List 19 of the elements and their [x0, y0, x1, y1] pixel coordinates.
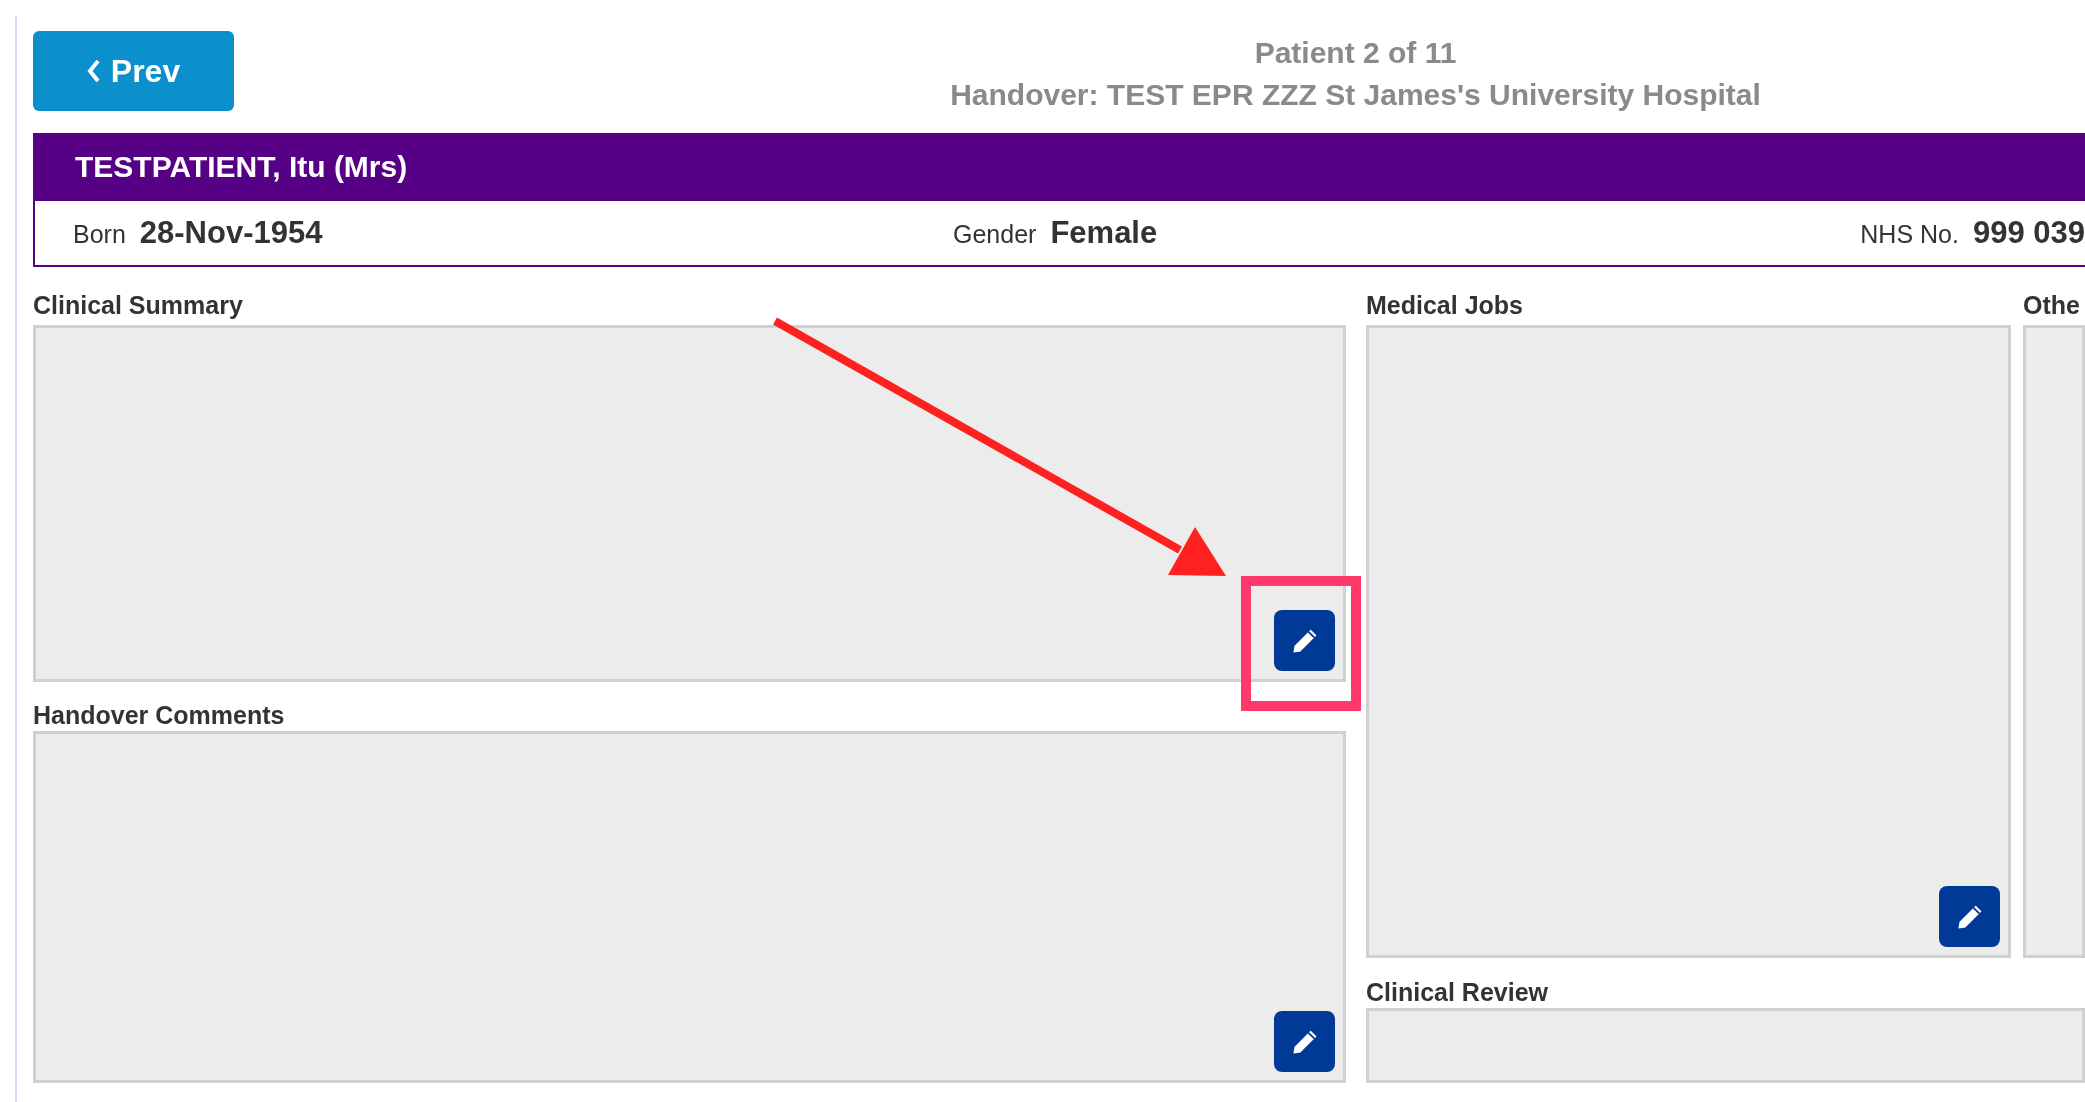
panel-title: Clinical Summary: [33, 290, 244, 321]
field-label: Born: [73, 220, 126, 249]
field-label: Gender: [953, 220, 1037, 249]
prev-button[interactable]: Prev: [33, 31, 234, 111]
edit-button[interactable]: [1939, 886, 2000, 947]
patient-name: TESTPATIENT, Itu (Mrs): [75, 150, 408, 184]
panel-title: Handover Comments: [33, 700, 286, 731]
field-value: 28-Nov-1954: [139, 215, 323, 251]
field-label: NHS No.: [1860, 220, 1959, 249]
handover-title: Handover: TEST EPR ZZZ St James's University Hospital: [949, 77, 1762, 113]
patient-count: Patient 2 of 11: [1254, 35, 1457, 71]
field-value: 999 039: [1972, 215, 2085, 251]
panel-title: Medical Jobs: [1366, 290, 1524, 321]
edit-button[interactable]: [1274, 610, 1335, 671]
field-value: Female: [1050, 215, 1158, 251]
edit-button[interactable]: [1274, 1011, 1335, 1072]
panel-title: Othe: [2023, 290, 2081, 321]
panel-title: Clinical Review: [1366, 977, 1550, 1008]
chevron-left-icon: [86, 59, 101, 83]
